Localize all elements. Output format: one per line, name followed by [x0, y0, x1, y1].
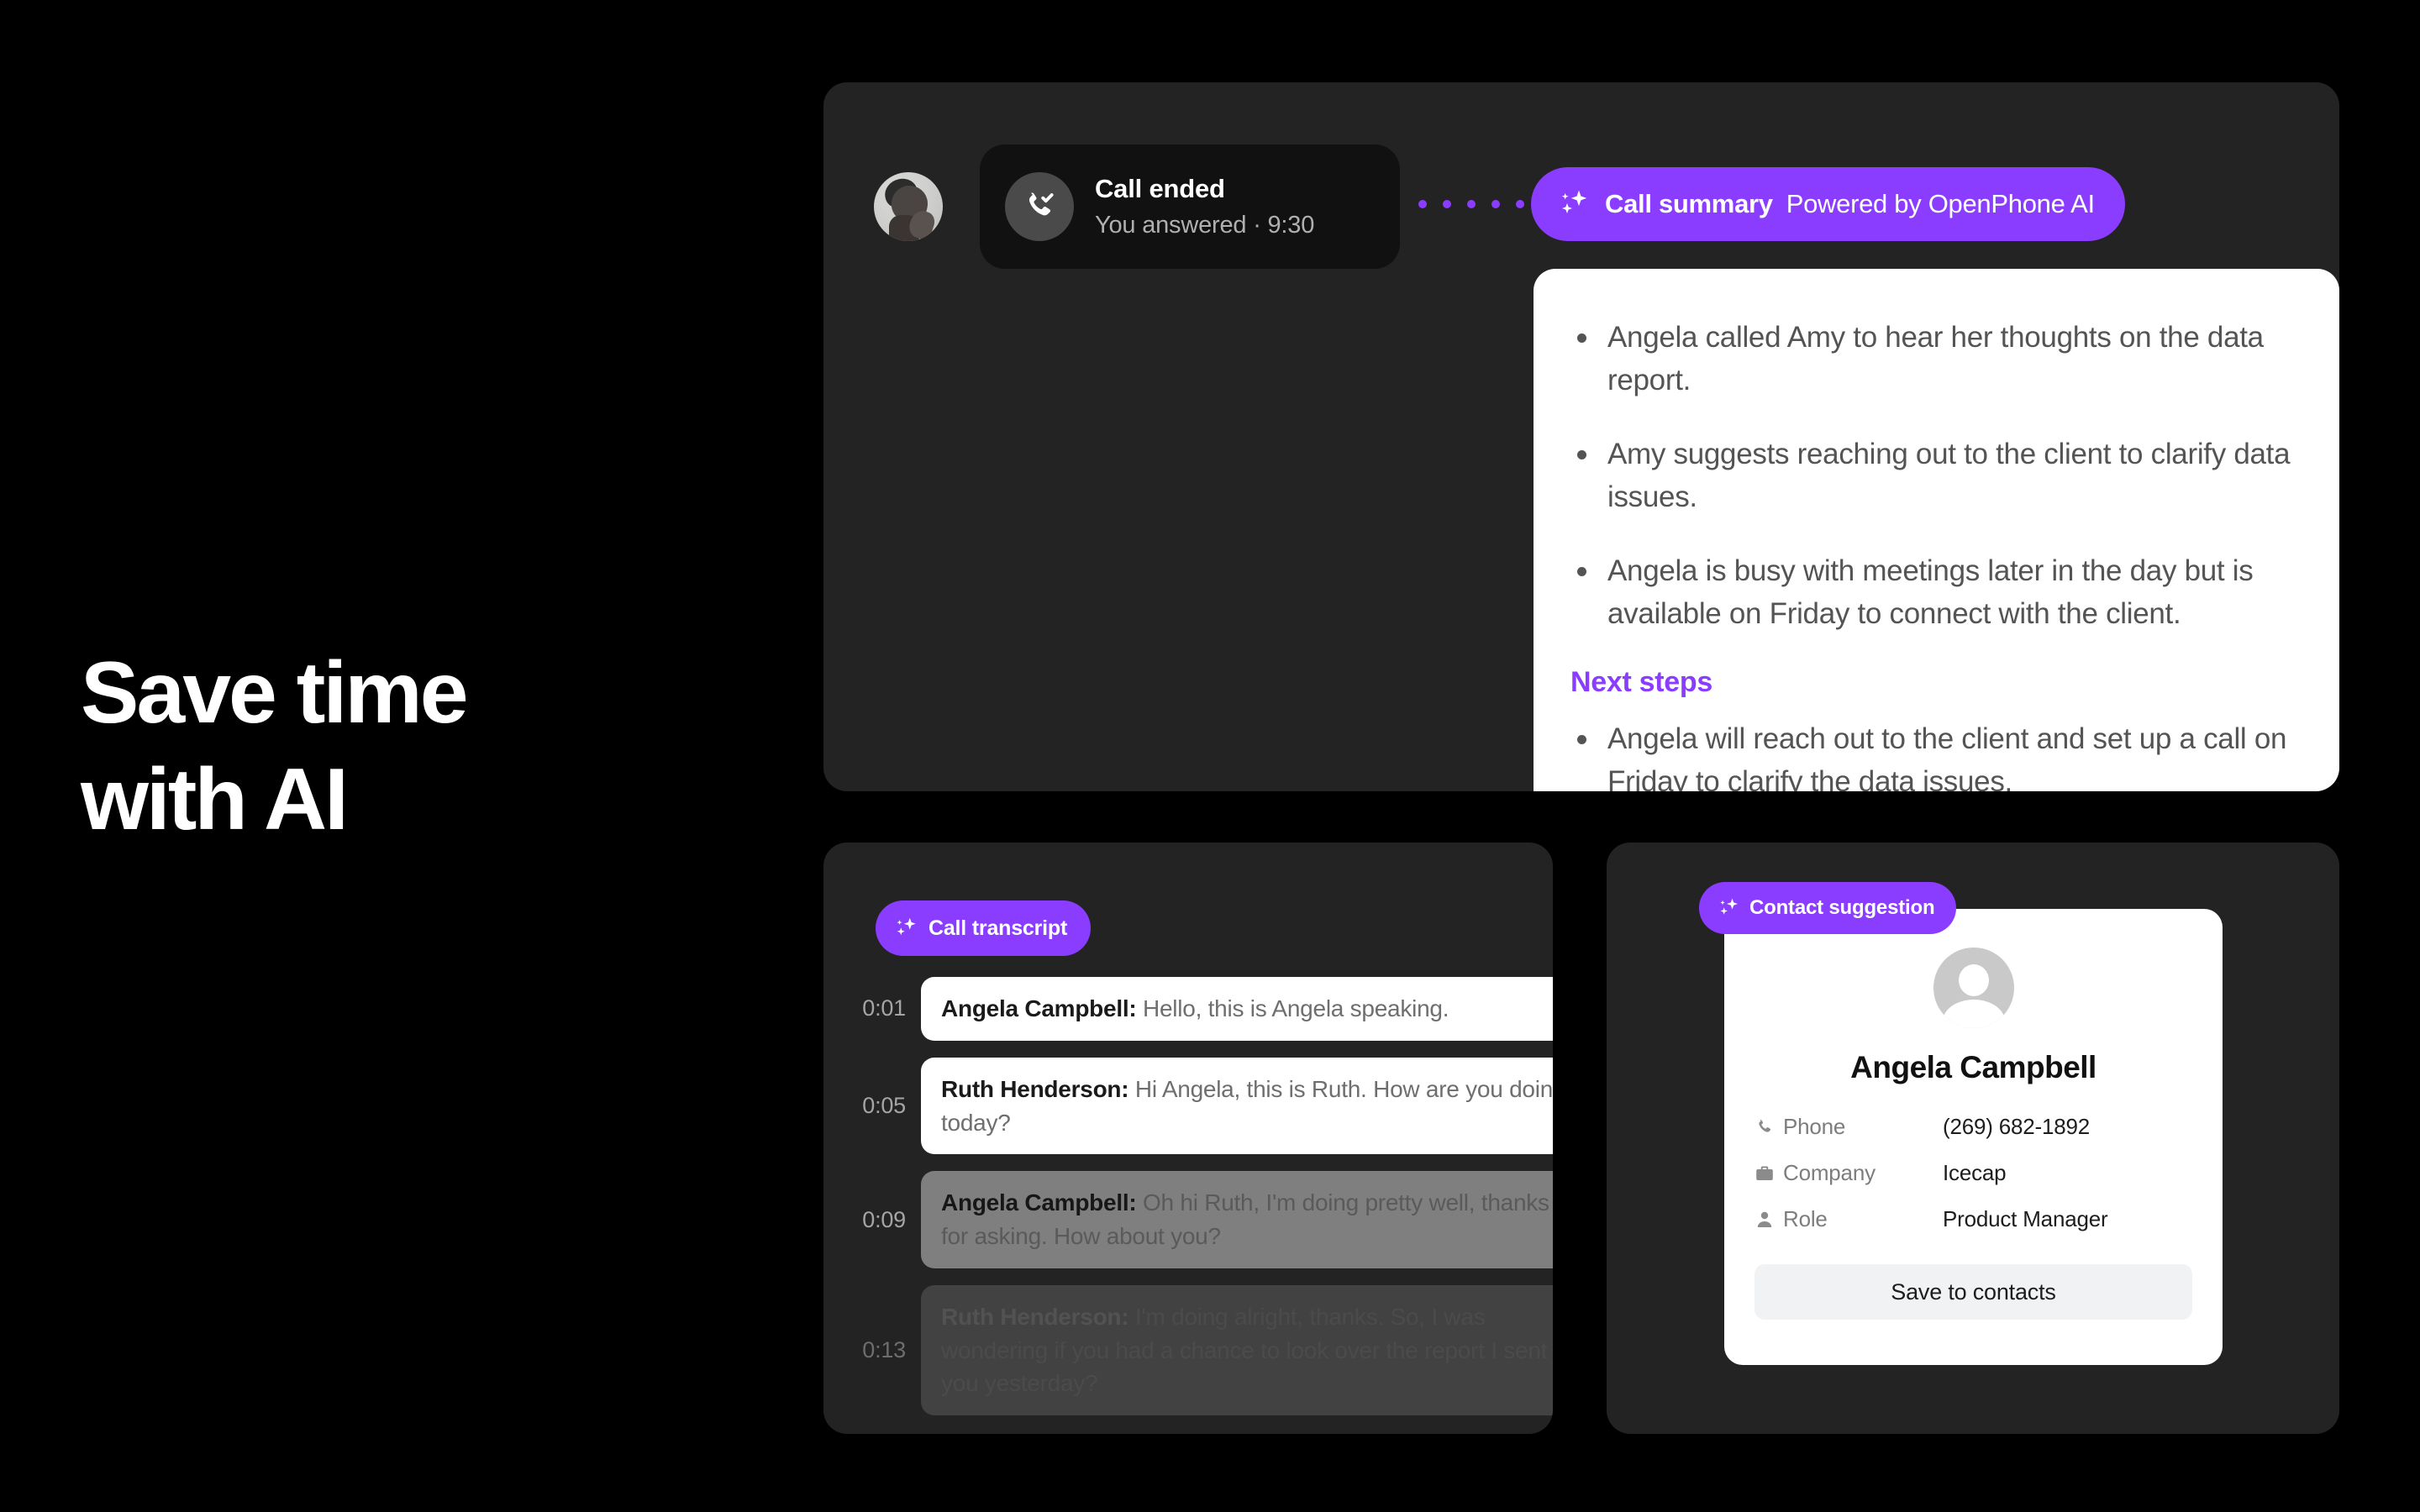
- promo-canvas: Save time with AI Call ended You answere…: [0, 0, 2420, 1512]
- transcript-timestamp: 0:01: [862, 995, 906, 1021]
- avatar: [874, 172, 943, 241]
- summary-bullet-list: Angela called Amy to hear her thoughts o…: [1570, 316, 2296, 636]
- contact-field-value: (269) 682-1892: [1943, 1114, 2090, 1139]
- contact-suggestion-badge[interactable]: Contact suggestion: [1699, 882, 1957, 934]
- transcript-timestamp: 0:09: [862, 1206, 906, 1232]
- save-to-contacts-button[interactable]: Save to contacts: [1754, 1264, 2192, 1320]
- transcript-speaker: Angela Campbell:: [941, 995, 1137, 1021]
- connector-dot: [1418, 200, 1427, 208]
- contact-field-label: Phone: [1783, 1114, 1846, 1139]
- page-title: Save time with AI: [81, 640, 719, 853]
- contact-field-row: Phone (269) 682-1892: [1754, 1114, 2192, 1140]
- transcript-speaker: Ruth Henderson:: [941, 1075, 1129, 1102]
- transcript-bubble: Ruth Henderson: Hi Angela, this is Ruth.…: [921, 1057, 1553, 1155]
- connector-dot: [1467, 200, 1476, 208]
- transcript-row[interactable]: 0:01 Angela Campbell: Hello, this is Ang…: [823, 977, 1553, 1041]
- next-steps-heading: Next steps: [1570, 665, 1712, 698]
- call-transcript-badge-label: Call transcript: [929, 916, 1068, 940]
- transcript-timestamp: 0:13: [862, 1336, 906, 1362]
- summary-bullet: Amy suggests reaching out to the client …: [1570, 433, 2296, 519]
- transcript-bubble: Angela Campbell: Oh hi Ruth, I'm doing p…: [921, 1171, 1553, 1268]
- next-step-bullet: Angela will reach out to the client and …: [1570, 717, 2296, 791]
- transcript-speaker: Angela Campbell:: [941, 1189, 1137, 1216]
- connector-dot: [1491, 200, 1500, 208]
- call-summary-badge-sublabel: Powered by OpenPhone AI: [1786, 189, 2095, 218]
- connector-dot: [1516, 200, 1524, 208]
- transcript-list: 0:01 Angela Campbell: Hello, this is Ang…: [823, 977, 1553, 1432]
- summary-bullet: Angela is busy with meetings later in th…: [1570, 549, 2296, 636]
- transcript-speaker: Ruth Henderson:: [941, 1303, 1129, 1330]
- call-ended-card[interactable]: Call ended You answered · 9:30: [980, 144, 1400, 269]
- call-ended-title: Call ended: [1095, 174, 1225, 203]
- contact-field-row: Role Product Manager: [1754, 1206, 2192, 1232]
- transcript-bubble: Angela Campbell: Hello, this is Angela s…: [921, 977, 1553, 1041]
- transcript-row[interactable]: 0:09 Angela Campbell: Oh hi Ruth, I'm do…: [823, 1171, 1553, 1268]
- avatar-head-shape: [1958, 964, 1989, 996]
- phone-icon: [1754, 1117, 1783, 1137]
- headline-line-1: Save time: [81, 644, 469, 742]
- headline-line-2: with AI: [81, 750, 349, 848]
- transcript-row[interactable]: 0:13 Ruth Henderson: I'm doing alright, …: [823, 1284, 1553, 1415]
- contact-field-list: Phone (269) 682-1892 Company Icecap Role…: [1754, 1114, 2192, 1232]
- avatar-body-shape: [1942, 1000, 2005, 1028]
- next-steps-list: Angela will reach out to the client and …: [1570, 717, 2296, 791]
- person-icon: [1754, 1210, 1783, 1230]
- contact-field-label: Role: [1783, 1206, 1828, 1231]
- summary-bullet: Angela called Amy to hear her thoughts o…: [1570, 316, 2296, 402]
- call-ended-text: Call ended You answered · 9:30: [1095, 174, 1314, 239]
- contact-card: Angela Campbell Phone (269) 682-1892 Com…: [1724, 909, 2223, 1365]
- sparkle-icon: [1561, 190, 1587, 213]
- transcript-row[interactable]: 0:05 Ruth Henderson: Hi Angela, this is …: [823, 1057, 1553, 1155]
- person-avatar-icon: [1933, 948, 2014, 1028]
- briefcase-icon: [1754, 1163, 1783, 1184]
- sparkle-icon: [897, 917, 916, 936]
- transcript-bubble: Ruth Henderson: I'm doing alright, thank…: [921, 1284, 1553, 1415]
- call-transcript-badge[interactable]: Call transcript: [876, 900, 1092, 956]
- sparkle-icon: [1720, 898, 1738, 915]
- call-summary-badge[interactable]: Call summary Powered by OpenPhone AI: [1531, 167, 2125, 241]
- transcript-timestamp: 0:05: [862, 1093, 906, 1118]
- transcript-text: Hello, this is Angela speaking.: [1136, 995, 1449, 1021]
- phone-check-icon: [1005, 172, 1074, 241]
- contact-field-value: Icecap: [1943, 1160, 2007, 1185]
- contact-field-label: Company: [1783, 1160, 1876, 1185]
- contact-field-row: Company Icecap: [1754, 1160, 2192, 1186]
- connector-dot: [1443, 200, 1451, 208]
- contact-suggestion-badge-label: Contact suggestion: [1749, 896, 1935, 919]
- call-summary-badge-label: Call summary: [1605, 189, 1773, 218]
- call-summary-card: Angela called Amy to hear her thoughts o…: [1534, 269, 2339, 791]
- contact-field-value: Product Manager: [1943, 1206, 2108, 1231]
- call-ended-subtitle: You answered · 9:30: [1095, 212, 1315, 239]
- contact-name: Angela Campbell: [1850, 1050, 2096, 1084]
